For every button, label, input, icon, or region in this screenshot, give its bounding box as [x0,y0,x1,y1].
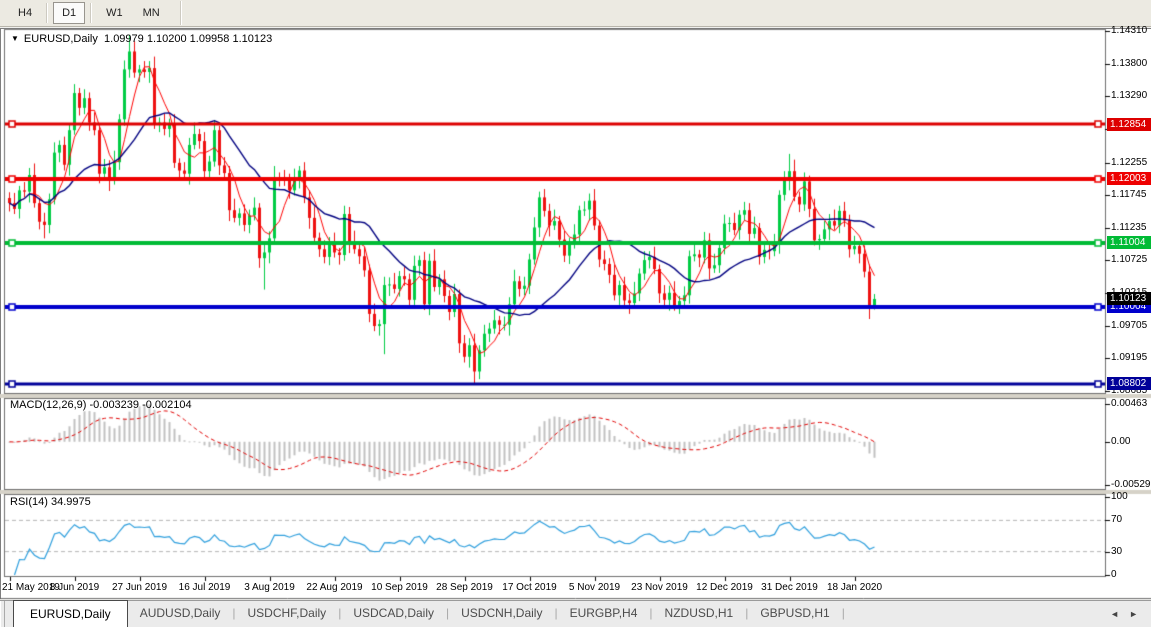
macd-name: MACD(12,26,9) [10,399,87,411]
macd-values: -0.003239 -0.002104 [89,399,192,411]
rsi-axis-tick: 0 [1111,569,1117,580]
macd-indicator-label: MACD(12,26,9) -0.003239 -0.002104 [10,399,192,411]
chart-tab-eurusd-daily[interactable]: EURUSD,Daily [13,600,128,627]
hline-price-label: 1.08802 [1107,377,1151,390]
tab-scroll-arrows: ◄ ► [1105,601,1151,627]
rsi-name: RSI(14) [10,496,48,508]
chart-tab-usdchf-daily[interactable]: USDCHF,Daily [236,601,339,627]
price-axis-tick: 1.11235 [1111,221,1147,233]
chart-tab-usdcnh-daily[interactable]: USDCNH,Daily [449,601,554,627]
rsi-axis-tick: 30 [1111,545,1123,557]
date-axis-label: 8 Jun 2019 [49,582,100,593]
date-axis-label: 18 Jan 2020 [826,582,883,593]
chart-ohlc-values: 1.09979 1.10200 1.09958 1.10123 [104,33,273,45]
chart-tab-gbpusd-h1[interactable]: GBPUSD,H1 [748,601,841,627]
chart-title: ▼ EURUSD,Daily 1.09979 1.10200 1.09958 1.… [11,33,272,45]
current-price-label: 1.10123 [1107,292,1151,306]
price-axis-tick: 1.12255 [1111,156,1148,168]
rsi-indicator-label: RSI(14) 34.9975 [10,496,91,508]
tab-scroll-left-icon[interactable]: ◄ [1105,609,1124,619]
hline-price-label: 1.11004 [1107,236,1151,250]
symbol-tabbar: EURUSD,Daily AUDUSD,Daily | USDCHF,Daily | US… [0,600,1151,627]
price-axis-tick: 1.13290 [1111,90,1148,102]
date-axis-label: 17 Oct 2019 [502,582,557,593]
macd-axis-tick: -0.005299 [1111,479,1151,490]
rsi-value: 34.9975 [50,496,91,508]
chart-tab-eurgbp-h4[interactable]: EURGBP,H4 [558,601,650,627]
price-axis-tick: 1.11745 [1111,189,1147,201]
date-axis-label: 23 Nov 2019 [631,582,688,593]
date-axis-label: 3 Aug 2019 [244,582,295,593]
chart-canvas[interactable] [0,0,1151,627]
symbol-dropdown-icon[interactable]: ▼ [11,34,19,43]
price-axis-tick: 1.10725 [1111,254,1148,266]
terminal-window: H4 D1 W1 MN ▼EURUSD,Daily 1.09979 1.1020… [0,0,1151,627]
tabs-list: EURUSD,Daily AUDUSD,Daily | USDCHF,Daily | US… [13,600,845,627]
date-axis-label: 22 Aug 2019 [306,582,363,593]
date-axis-label: 12 Dec 2019 [696,582,753,593]
price-axis-tick: 1.09195 [1111,352,1148,364]
chart-tab-nzdusd-h1[interactable]: NZDUSD,H1 [653,601,746,627]
date-axis-label: 5 Nov 2019 [568,582,621,593]
macd-axis-tick: 0.00 [1111,435,1131,447]
date-axis-label: 31 Dec 2019 [761,582,818,593]
price-axis-tick: 1.09705 [1111,319,1148,331]
macd-axis-tick: 0.00463 [1111,398,1148,409]
hline-price-label: 1.12854 [1107,117,1151,131]
tab-separator: | [841,606,845,620]
price-axis-tick: 1.14310 [1111,25,1148,36]
rsi-axis-tick: 100 [1111,491,1128,502]
hline-price-label: 1.12003 [1107,172,1151,186]
date-axis-label: 16 Jul 2019 [178,582,231,593]
rsi-axis-tick: 70 [1111,514,1123,526]
chart-tab-audusd-daily[interactable]: AUDUSD,Daily [128,601,233,627]
price-axis-tick: 1.13800 [1111,57,1148,69]
tab-scroll-right-icon[interactable]: ► [1124,609,1143,619]
chart-symbol-label: EURUSD,Daily [23,33,98,45]
date-axis-label: 10 Sep 2019 [371,582,428,593]
date-axis-label: 28 Sep 2019 [436,582,493,593]
tabbar-grip [0,601,5,627]
date-axis-label: 27 Jun 2019 [111,582,168,593]
chart-tab-usdcad-daily[interactable]: USDCAD,Daily [341,601,446,627]
